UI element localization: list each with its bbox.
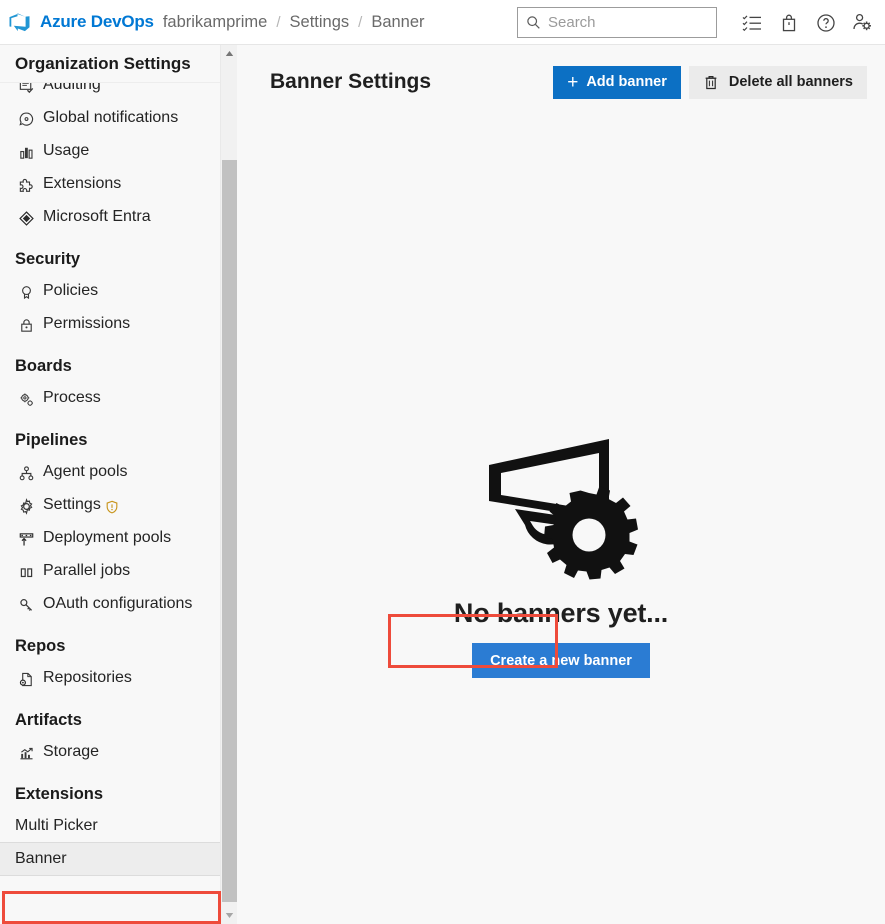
sidebar-item-settings[interactable]: Settings bbox=[0, 489, 220, 522]
parallel-jobs-icon bbox=[15, 561, 37, 583]
scrollbar-thumb[interactable] bbox=[222, 160, 237, 902]
process-gears-icon bbox=[15, 388, 37, 410]
sidebar-group-extensions: Extensions bbox=[15, 785, 104, 803]
sidebar-group-boards: Boards bbox=[15, 357, 72, 375]
sidebar-scrollbar[interactable] bbox=[220, 45, 237, 924]
delete-all-banners-button[interactable]: Delete all banners bbox=[688, 65, 867, 99]
sidebar-item-permissions[interactable]: Permissions bbox=[0, 308, 220, 341]
empty-state: No banners yet... Create a new banner bbox=[237, 429, 885, 678]
marketplace-bag-icon[interactable] bbox=[770, 3, 807, 43]
extensions-puzzle-icon bbox=[15, 174, 37, 196]
help-question-icon[interactable] bbox=[807, 3, 844, 43]
sidebar-item-multi-picker[interactable]: Multi Picker bbox=[0, 810, 220, 842]
brand-label[interactable]: Azure DevOps bbox=[40, 12, 154, 32]
microsoft-entra-icon bbox=[15, 207, 37, 229]
add-banner-label: Add banner bbox=[586, 74, 667, 90]
auditing-icon bbox=[15, 83, 37, 97]
page-title: Banner Settings bbox=[270, 70, 432, 93]
sidebar-group-artifacts: Artifacts bbox=[15, 711, 82, 729]
sidebar-item-label: Banner bbox=[15, 850, 67, 867]
page-header: Banner Settings + Add banner Delete all … bbox=[237, 45, 885, 119]
sidebar-item-process[interactable]: Process bbox=[0, 382, 220, 415]
sidebar-item-repositories[interactable]: Repositories bbox=[0, 662, 220, 695]
sidebar-item-label: Auditing bbox=[43, 83, 101, 93]
sidebar-item-parallel-jobs[interactable]: Parallel jobs bbox=[0, 555, 220, 588]
sidebar-item-banner[interactable]: Banner bbox=[0, 842, 220, 876]
sidebar-item-label: Extensions bbox=[43, 175, 122, 192]
breadcrumb-item-banner[interactable]: Banner bbox=[371, 13, 424, 32]
search-input[interactable]: Search bbox=[517, 7, 717, 38]
empty-state-cta-wrap: Create a new banner bbox=[472, 643, 650, 678]
breadcrumb-item-settings[interactable]: Settings bbox=[290, 13, 350, 32]
agent-pools-icon bbox=[15, 462, 37, 484]
search-icon bbox=[526, 15, 541, 30]
top-navigation-bar: Azure DevOps fabrikamprime / Settings / … bbox=[0, 0, 885, 45]
oauth-key-icon bbox=[15, 594, 37, 616]
settings-gear-icon bbox=[15, 495, 37, 517]
sidebar-item-global-notifications[interactable]: Global notifications bbox=[0, 102, 220, 135]
add-banner-button[interactable]: + Add banner bbox=[553, 65, 681, 99]
scroll-up-arrow-icon[interactable] bbox=[221, 45, 238, 62]
tasks-checklist-icon[interactable] bbox=[733, 3, 770, 43]
sidebar-item-auditing[interactable]: Auditing bbox=[0, 83, 220, 102]
policies-ribbon-icon bbox=[15, 281, 37, 303]
sidebar-group-pipelines: Pipelines bbox=[15, 431, 88, 449]
sidebar-nav-scroll-area[interactable]: Auditing Global notifications Usage Exte… bbox=[0, 83, 220, 924]
megaphone-gear-icon bbox=[481, 429, 641, 584]
sidebar-item-label: Permissions bbox=[43, 315, 131, 332]
sidebar-item-label: Global notifications bbox=[43, 109, 179, 126]
sidebar-item-oauth-configurations[interactable]: OAuth configurations bbox=[0, 588, 220, 621]
breadcrumb: fabrikamprime / Settings / Banner bbox=[163, 13, 425, 32]
empty-state-title: No banners yet... bbox=[453, 598, 669, 628]
sidebar-item-label: Settings bbox=[43, 494, 212, 516]
sidebar-group-security: Security bbox=[15, 250, 81, 268]
deployment-pools-icon bbox=[15, 528, 37, 550]
sidebar-item-agent-pools[interactable]: Agent pools bbox=[0, 456, 220, 489]
sidebar-item-usage[interactable]: Usage bbox=[0, 135, 220, 168]
permissions-lock-icon bbox=[15, 314, 37, 336]
scroll-down-arrow-icon[interactable] bbox=[221, 907, 238, 924]
storage-chart-icon bbox=[15, 742, 37, 764]
warning-shield-icon bbox=[105, 500, 119, 514]
repositories-icon bbox=[15, 668, 37, 690]
sidebar-item-storage[interactable]: Storage bbox=[0, 736, 220, 769]
sidebar-item-deployment-pools[interactable]: Deployment pools bbox=[0, 522, 220, 555]
usage-chart-icon bbox=[15, 141, 37, 163]
delete-all-banners-label: Delete all banners bbox=[728, 74, 853, 90]
breadcrumb-separator: / bbox=[358, 13, 363, 31]
search-placeholder: Search bbox=[548, 14, 596, 31]
sidebar-title: Organization Settings bbox=[0, 45, 220, 83]
organization-settings-sidebar: Organization Settings Auditing Global no… bbox=[0, 45, 236, 924]
sidebar-item-policies[interactable]: Policies bbox=[0, 275, 220, 308]
sidebar-item-label: Repositories bbox=[43, 669, 132, 686]
sidebar-item-label: Agent pools bbox=[43, 463, 128, 480]
sidebar-nav-list: Auditing Global notifications Usage Exte… bbox=[0, 83, 220, 876]
sidebar-item-label: Deployment pools bbox=[43, 529, 172, 546]
main-content: Banner Settings + Add banner Delete all … bbox=[237, 45, 885, 924]
azure-devops-logo-icon[interactable] bbox=[0, 0, 40, 45]
sidebar-group-repos: Repos bbox=[15, 637, 66, 655]
sidebar-item-label: Multi Picker bbox=[15, 817, 98, 834]
breadcrumb-item-organization[interactable]: fabrikamprime bbox=[163, 13, 268, 32]
sidebar-item-label: OAuth configurations bbox=[43, 595, 193, 612]
create-new-banner-button[interactable]: Create a new banner bbox=[472, 643, 650, 678]
sidebar-item-label: Process bbox=[43, 389, 101, 406]
sidebar-item-label: Policies bbox=[43, 282, 99, 299]
trash-icon bbox=[703, 74, 719, 91]
plus-icon: + bbox=[567, 71, 579, 93]
user-settings-icon[interactable] bbox=[844, 3, 881, 43]
sidebar-item-label: Parallel jobs bbox=[43, 562, 131, 579]
app-root: Azure DevOps fabrikamprime / Settings / … bbox=[0, 0, 885, 924]
sidebar-item-extensions[interactable]: Extensions bbox=[0, 168, 220, 201]
sidebar-item-label: Storage bbox=[43, 743, 100, 760]
notifications-icon bbox=[15, 108, 37, 130]
sidebar-item-label: Usage bbox=[43, 142, 90, 159]
top-bar-actions: Search bbox=[517, 0, 881, 45]
sidebar-item-microsoft-entra[interactable]: Microsoft Entra bbox=[0, 201, 220, 234]
sidebar-item-label: Microsoft Entra bbox=[43, 208, 151, 225]
breadcrumb-separator: / bbox=[276, 13, 281, 31]
sidebar-item-text: Settings bbox=[43, 496, 101, 513]
